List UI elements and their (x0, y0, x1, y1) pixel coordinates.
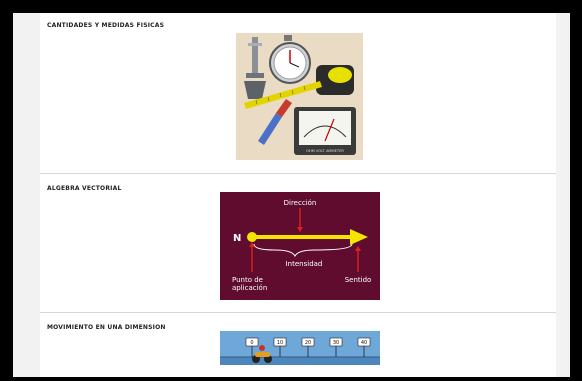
magnitude-label: Intensidad (286, 260, 323, 268)
measuring-instruments-image[interactable]: OHM VOLT AMMETER (236, 33, 363, 160)
section-movimiento-dimension: MOVIMIENTO EN UNA DIMENSION 0 10 20 30 4… (40, 315, 556, 377)
svg-text:0: 0 (250, 340, 253, 346)
direction-label: Dirección (284, 199, 317, 207)
sense-label: Sentido (345, 276, 372, 284)
svg-text:10: 10 (277, 340, 283, 346)
section-title[interactable]: ALGEBRA VECTORIAL (47, 185, 121, 192)
svg-text:40: 40 (361, 340, 367, 346)
window-frame-left (0, 0, 13, 381)
section-algebra-vectorial: ALGEBRA VECTORIAL Dirección N Intensidad… (40, 176, 556, 313)
section-title[interactable]: MOVIMIENTO EN UNA DIMENSION (47, 324, 166, 331)
vector-diagram-image[interactable]: Dirección N Intensidad Punto de aplicaci… (220, 192, 380, 300)
section-title[interactable]: CANTIDADES Y MEDIDAS FISICAS (47, 22, 164, 29)
svg-text:20: 20 (305, 340, 311, 346)
meter-icon: OHM VOLT AMMETER (294, 107, 356, 155)
application-point-label-1: Punto de (232, 276, 263, 284)
gauge-label: OHM VOLT AMMETER (306, 149, 344, 153)
section-cantidades-medidas: CANTIDADES Y MEDIDAS FISICAS OHM VOLT AM… (40, 13, 556, 174)
window-frame-bottom (0, 377, 582, 381)
svg-text:30: 30 (333, 340, 339, 346)
left-gutter (13, 13, 40, 377)
application-point-label-2: aplicación (232, 284, 267, 292)
motion-diagram-image[interactable]: 0 10 20 30 40 (220, 331, 380, 365)
window-frame-right (570, 13, 582, 381)
right-gutter (556, 13, 570, 377)
origin-label: N (233, 233, 241, 244)
window-frame-top (0, 0, 582, 13)
